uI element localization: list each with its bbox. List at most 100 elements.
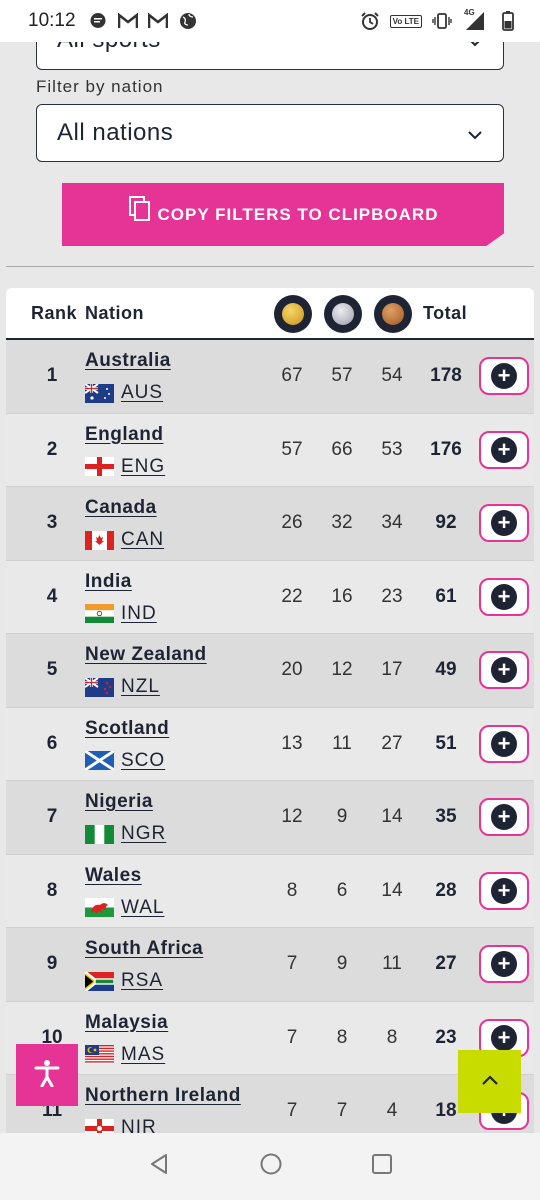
flag-wal-icon [85, 898, 114, 917]
plus-icon: + [491, 583, 517, 610]
accessibility-icon [34, 1059, 60, 1092]
flag-ind-icon [85, 604, 114, 623]
recents-square-icon[interactable] [371, 1153, 393, 1180]
total-count: 35 [435, 806, 457, 828]
bronze-count: 14 [381, 806, 403, 828]
expand-row-button[interactable]: + [479, 651, 529, 689]
nation-code-group: CAN [85, 529, 164, 551]
gmail-icon [117, 11, 138, 31]
nation-name-link[interactable]: Malaysia [85, 1012, 168, 1034]
flag-rsa-icon [85, 971, 114, 991]
nation-code-group: SCO [85, 750, 165, 772]
nation-name-link[interactable]: Wales [85, 865, 142, 887]
gold-count: 57 [281, 438, 303, 460]
bronze-count: 23 [381, 585, 403, 607]
accessibility-button[interactable] [16, 1044, 78, 1106]
bronze-count: 14 [381, 879, 403, 901]
expand-row-button[interactable]: + [479, 945, 529, 983]
plus-icon: + [491, 1024, 517, 1051]
nation-code-link[interactable]: AUS [121, 382, 163, 404]
bronze-count: 8 [386, 1026, 398, 1048]
nation-name-link[interactable]: Nigeria [85, 791, 153, 813]
nation-code-link[interactable]: CAN [121, 529, 164, 551]
nation-code-link[interactable]: MAS [121, 1044, 165, 1066]
table-body: 1 Australia AUS 67 57 54 178 +2 England ENG 57 66 53… [6, 340, 534, 1149]
row-rank: 4 [46, 585, 58, 607]
gold-medal-icon [274, 295, 312, 333]
row-rank: 5 [46, 659, 58, 681]
nation-name-link[interactable]: South Africa [85, 938, 203, 960]
table-row: 10 Malaysia MAS 7 8 8 23 + [6, 1001, 534, 1075]
nation-name-link[interactable]: India [85, 571, 132, 593]
flag-nzl-icon [85, 677, 114, 697]
4g-signal-icon: 4G [462, 8, 488, 31]
expand-row-button[interactable]: + [479, 504, 529, 542]
table-row: 8 Wales WAL 8 6 14 28 + [6, 854, 534, 928]
volte-icon: Vo LTE [389, 14, 422, 28]
bronze-count: 53 [381, 438, 403, 460]
silver-count: 32 [331, 512, 353, 534]
nation-code-group: MAS [85, 1044, 165, 1066]
header-rank: Rank [31, 302, 78, 323]
nation-code-link[interactable]: ENG [121, 456, 165, 478]
table-row: 7 Nigeria NGR 12 9 14 35 + [6, 781, 534, 855]
chevron-up-icon [481, 1073, 499, 1091]
gold-count: 8 [286, 879, 298, 901]
chat-bubble-icon [88, 11, 108, 31]
expand-row-button[interactable]: + [479, 430, 529, 469]
home-circle-icon[interactable] [259, 1152, 283, 1181]
gold-count: 26 [281, 512, 303, 534]
back-to-top-button[interactable] [458, 1050, 521, 1113]
silver-count: 66 [331, 438, 353, 460]
back-triangle-icon[interactable] [147, 1152, 171, 1181]
row-rank: 6 [46, 732, 58, 754]
nation-name-link[interactable]: Scotland [85, 718, 169, 740]
nation-select-value: All nations [57, 119, 174, 146]
nation-name-link[interactable]: Canada [85, 497, 157, 519]
table-row: 1 Australia AUS 67 57 54 178 + [6, 340, 534, 414]
expand-row-button[interactable]: + [479, 357, 529, 395]
vibrate-icon [432, 11, 452, 31]
expand-row-button[interactable]: + [479, 724, 529, 763]
nation-name-link[interactable]: Northern Ireland [85, 1085, 241, 1107]
silver-medal-icon [324, 295, 362, 333]
table-row: 9 South Africa RSA 7 9 11 27 + [6, 928, 534, 1002]
expand-row-button[interactable]: + [479, 577, 529, 616]
alarm-icon [360, 11, 380, 31]
table-row: 3 Canada CAN 26 32 34 92 + [6, 487, 534, 561]
total-count: 49 [435, 659, 457, 681]
silver-count: 57 [331, 365, 353, 387]
total-count: 27 [435, 953, 457, 975]
nation-code-link[interactable]: RSA [121, 970, 163, 992]
globe-icon [178, 11, 198, 31]
nation-code-link[interactable]: NGR [121, 823, 166, 845]
gold-count: 20 [281, 659, 303, 681]
nation-code-link[interactable]: SCO [121, 750, 165, 772]
expand-row-button[interactable]: + [479, 871, 529, 910]
nation-name-link[interactable]: New Zealand [85, 644, 207, 666]
nation-name-link[interactable]: Australia [85, 350, 171, 372]
nation-code-link[interactable]: IND [121, 603, 157, 625]
plus-icon: + [491, 363, 517, 389]
nation-select[interactable]: All nations [36, 104, 504, 162]
nation-code-link[interactable]: WAL [121, 897, 164, 919]
copy-filters-button[interactable]: COPY FILTERS TO CLIPBOARD [62, 183, 504, 246]
gmail-icon [147, 11, 168, 31]
nation-code-group: NZL [85, 676, 160, 698]
copy-filters-label: COPY FILTERS TO CLIPBOARD [157, 204, 439, 224]
nation-filter-label: Filter by nation [36, 77, 164, 96]
nation-code-group: NGR [85, 823, 166, 845]
silver-count: 9 [336, 953, 348, 975]
nation-code-link[interactable]: NZL [121, 676, 160, 698]
header-nation: Nation [85, 302, 144, 323]
total-count: 92 [435, 512, 457, 534]
flag-aus-icon [85, 383, 114, 403]
nation-name-link[interactable]: England [85, 424, 163, 446]
medal-table: Rank Nation Total 1 Australia AUS 67 57 54 178… [6, 288, 534, 1149]
status-time: 10:12 [28, 10, 76, 31]
total-count: 28 [435, 879, 457, 901]
row-rank: 2 [46, 438, 58, 460]
total-count: 178 [430, 365, 462, 387]
expand-row-button[interactable]: + [479, 798, 529, 836]
silver-count: 6 [336, 879, 348, 901]
